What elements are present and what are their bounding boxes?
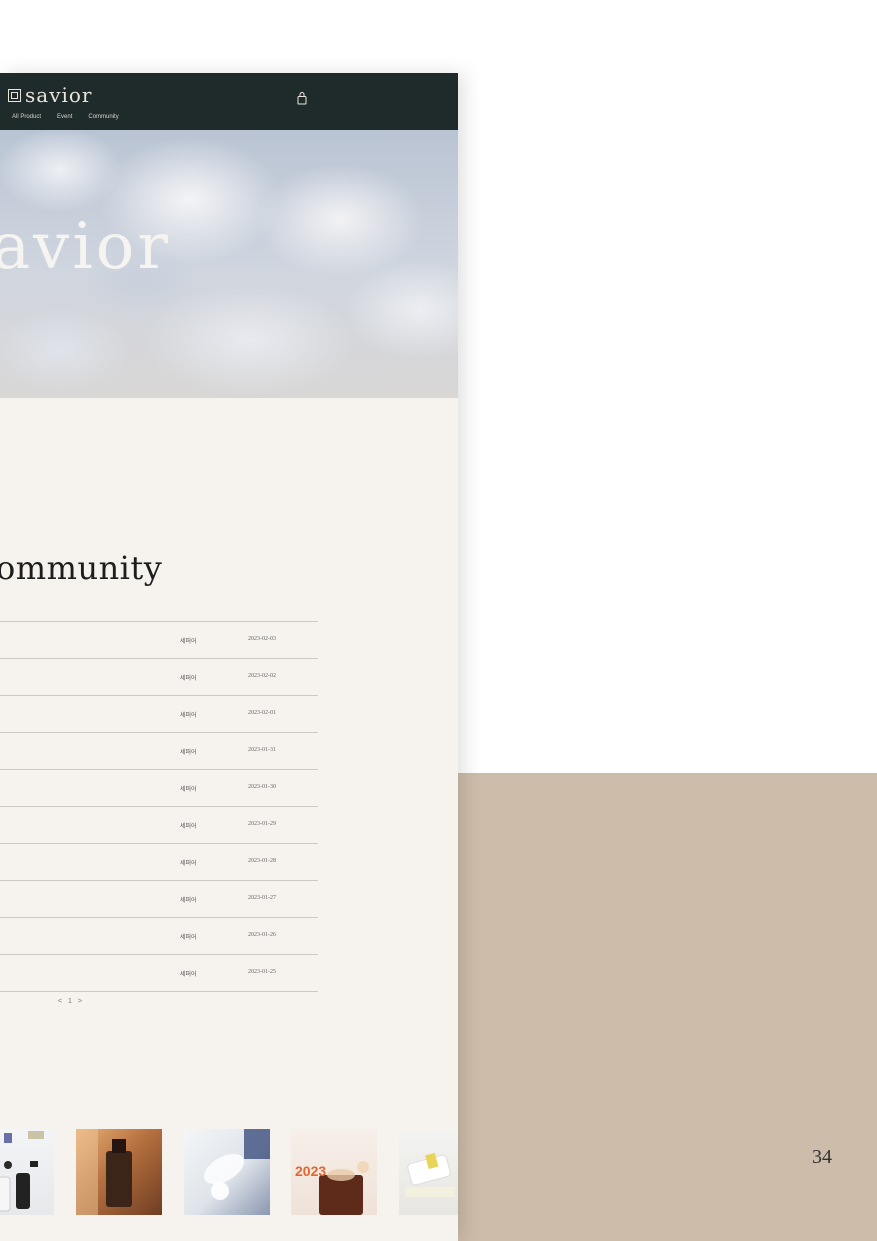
logo-text: savior [25,83,93,107]
table-row[interactable]: 세퍼어 2023-01-25 [0,954,318,992]
table-row[interactable]: 세퍼어 2023-01-27 [0,880,318,917]
page-number: 34 [812,1146,832,1168]
row-author: 세퍼어 [180,972,197,978]
nav-event[interactable]: Event [57,114,72,120]
website-mockup: savior All Product Event Community avior… [0,73,458,1241]
row-date: 2023-01-31 [248,747,276,753]
table-row[interactable]: 세퍼어 2023-01-26 [0,917,318,954]
community-board: 세퍼어 2023-02-03 세퍼어 2023-02-02 세퍼어 2023-0… [0,621,318,992]
glass-dropper-image [204,1129,270,1200]
row-date: 2023-02-01 [248,710,276,716]
bottles-image [0,1131,44,1212]
row-author: 세퍼어 [180,676,197,682]
table-row[interactable]: 세퍼어 2023-02-02 [0,658,318,695]
table-row[interactable]: 세퍼어 2023-01-30 [0,769,318,806]
table-row[interactable]: 세퍼어 2023-01-29 [0,806,318,843]
product-thumbnail[interactable] [184,1129,270,1215]
row-author: 세퍼어 [180,713,197,719]
row-author: 세퍼어 [180,898,197,904]
row-date: 2023-01-25 [248,969,276,975]
row-author: 세퍼어 [180,824,197,830]
row-author: 세퍼어 [180,787,197,793]
logo[interactable]: savior [8,83,92,107]
nav-all-product[interactable]: All Product [12,114,41,120]
hero-brand-text: avior [0,210,171,284]
section-title: ommunity [0,549,163,587]
table-row[interactable]: 세퍼어 2023-01-28 [0,843,318,880]
table-row[interactable]: 세퍼어 2023-02-03 [0,621,318,658]
row-date: 2023-02-02 [248,673,276,679]
product-thumbnail[interactable] [399,1129,458,1215]
row-date: 2023-01-27 [248,895,276,901]
row-date: 2023-01-29 [248,821,276,827]
row-author: 세퍼어 [180,935,197,941]
table-row[interactable]: 세퍼어 2023-01-31 [0,732,318,769]
table-row[interactable]: 세퍼어 2023-02-01 [0,695,318,732]
row-author: 세퍼어 [180,639,197,645]
side-panel [458,773,877,1241]
product-thumbnail[interactable]: 2023 [291,1129,377,1215]
row-date: 2023-01-28 [248,858,276,864]
serum-bottle-image [76,1129,132,1215]
nav-community[interactable]: Community [88,114,118,120]
product-thumbnail[interactable] [76,1129,162,1215]
row-author: 세퍼어 [180,861,197,867]
top-navigation-bar: savior All Product Event Community [0,73,458,130]
logo-mark-icon [8,88,21,102]
shopping-bag-icon[interactable] [297,92,307,105]
thumbnail-year-text: 2023 [295,1163,327,1179]
row-date: 2023-01-30 [248,784,276,790]
row-date: 2023-01-26 [248,932,276,938]
cream-tube-image [405,1152,455,1197]
product-thumbnail[interactable] [0,1129,54,1215]
main-nav: All Product Event Community [12,114,119,120]
pagination[interactable]: < 1 > [58,998,84,1005]
row-date: 2023-02-03 [248,636,276,642]
hero-banner: avior [0,130,458,398]
row-author: 세퍼어 [180,750,197,756]
